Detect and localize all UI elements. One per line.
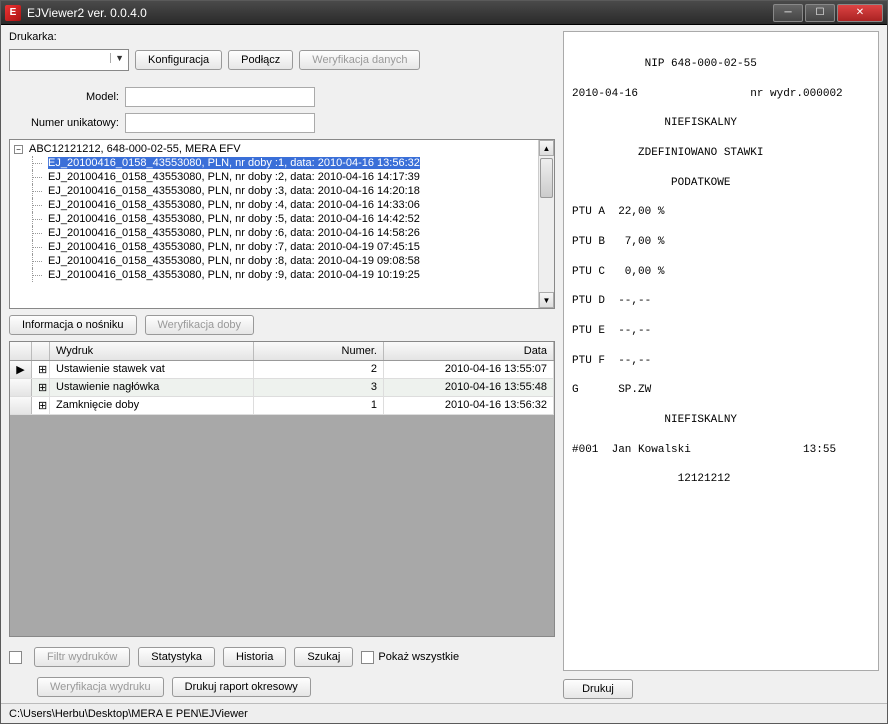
scroll-up-icon[interactable]: ▲ — [539, 140, 554, 156]
unique-number-label: Numer unikatowy: — [9, 117, 119, 129]
statusbar: C:\Users\Herbu\Desktop\MERA E PEN\EJView… — [1, 703, 887, 723]
expand-icon[interactable]: ⊞ — [32, 397, 50, 414]
filter-button[interactable]: Filtr wydruków — [34, 647, 130, 667]
show-all-label: Pokaż wszystkie — [378, 651, 459, 663]
scroll-down-icon[interactable]: ▼ — [539, 292, 554, 308]
tree-item[interactable]: EJ_20100416_0158_43553080, PLN, nr doby … — [14, 240, 534, 254]
tree-root[interactable]: − ABC12121212, 648-000-02-55, MERA EFV — [14, 142, 534, 156]
tree-item[interactable]: EJ_20100416_0158_43553080, PLN, nr doby … — [14, 198, 534, 212]
statusbar-path: C:\Users\Herbu\Desktop\MERA E PEN\EJView… — [9, 708, 248, 720]
verify-print-button[interactable]: Weryfikacja wydruku — [37, 677, 164, 697]
tree-item[interactable]: EJ_20100416_0158_43553080, PLN, nr doby … — [14, 268, 534, 282]
app-icon: E — [5, 5, 21, 21]
printer-label: Drukarka: — [9, 31, 57, 43]
config-button[interactable]: Konfiguracja — [135, 50, 222, 70]
show-all-checkbox[interactable] — [361, 651, 374, 664]
grid-header-date[interactable]: Data — [384, 342, 554, 360]
model-label: Model: — [9, 91, 119, 103]
model-field[interactable] — [125, 87, 315, 107]
table-row[interactable]: ▶ ⊞ Ustawienie stawek vat 2 2010-04-16 1… — [10, 361, 554, 379]
stats-button[interactable]: Statystyka — [138, 647, 215, 667]
titlebar: E EJViewer2 ver. 0.0.4.0 ─ ☐ ✕ — [1, 1, 887, 25]
minimize-button[interactable]: ─ — [773, 4, 803, 22]
grid-panel: Wydruk Numer. Data ▶ ⊞ Ustawienie stawek… — [9, 341, 555, 637]
tree-panel: − ABC12121212, 648-000-02-55, MERA EFV E… — [9, 139, 555, 309]
verify-day-button[interactable]: Weryfikacja doby — [145, 315, 255, 335]
media-info-button[interactable]: Informacja o nośniku — [9, 315, 137, 335]
periodic-report-button[interactable]: Drukuj raport okresowy — [172, 677, 311, 697]
table-row[interactable]: ⊞ Zamknięcie doby 1 2010-04-16 13:56:32 — [10, 397, 554, 415]
receipt-preview: NIP 648-000-02-55 2010-04-16 nr wydr.000… — [563, 31, 879, 671]
scroll-thumb[interactable] — [540, 158, 553, 198]
print-button[interactable]: Drukuj — [563, 679, 633, 699]
grid-header: Wydruk Numer. Data — [10, 342, 554, 361]
window-title: EJViewer2 ver. 0.0.4.0 — [27, 6, 773, 20]
filter-checkbox[interactable] — [9, 651, 22, 664]
grid-header-name[interactable]: Wydruk — [50, 342, 254, 360]
unique-number-field[interactable] — [125, 113, 315, 133]
tree-item[interactable]: EJ_20100416_0158_43553080, PLN, nr doby … — [14, 170, 534, 184]
row-indicator-icon: ▶ — [10, 361, 32, 378]
expand-icon[interactable]: ⊞ — [32, 379, 50, 396]
connect-button[interactable]: Podłącz — [228, 50, 293, 70]
verify-data-button[interactable]: Weryfikacja danych — [299, 50, 420, 70]
expand-icon[interactable]: ⊞ — [32, 361, 50, 378]
close-button[interactable]: ✕ — [837, 4, 883, 22]
table-row[interactable]: ⊞ Ustawienie nagłówka 3 2010-04-16 13:55… — [10, 379, 554, 397]
collapse-icon[interactable]: − — [14, 145, 23, 154]
tree-item[interactable]: EJ_20100416_0158_43553080, PLN, nr doby … — [14, 184, 534, 198]
grid-header-number[interactable]: Numer. — [254, 342, 384, 360]
history-button[interactable]: Historia — [223, 647, 286, 667]
tree-item[interactable]: EJ_20100416_0158_43553080, PLN, nr doby … — [14, 254, 534, 268]
tree-scrollbar[interactable]: ▲ ▼ — [538, 140, 554, 308]
maximize-button[interactable]: ☐ — [805, 4, 835, 22]
tree-item[interactable]: EJ_20100416_0158_43553080, PLN, nr doby … — [14, 226, 534, 240]
printer-combo[interactable] — [9, 49, 129, 71]
tree-item[interactable]: EJ_20100416_0158_43553080, PLN, nr doby … — [14, 156, 534, 170]
search-button[interactable]: Szukaj — [294, 647, 353, 667]
tree-item[interactable]: EJ_20100416_0158_43553080, PLN, nr doby … — [14, 212, 534, 226]
